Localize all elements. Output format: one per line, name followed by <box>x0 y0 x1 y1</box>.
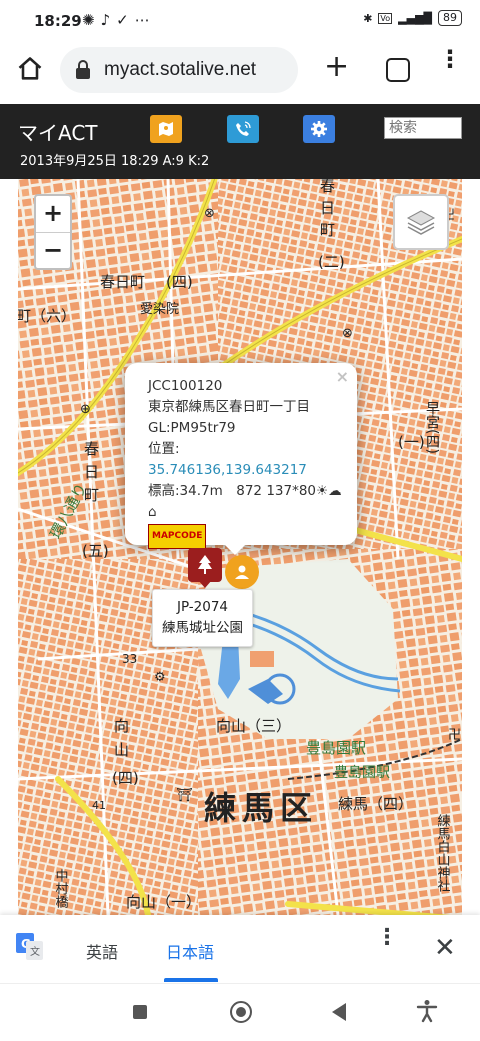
map-label-kasuga: 春日町 <box>100 273 145 291</box>
status-bar: 18:29 ✺♪✓⋯ ✱ Vo ▂▄▆█ 89 <box>0 0 480 42</box>
map-label-kasuga-right4: (二) <box>318 253 345 271</box>
map-label-nerima4: 練馬（四） <box>338 795 413 813</box>
url-text[interactable]: myact.sotalive.net <box>104 59 256 81</box>
search-input[interactable] <box>384 117 462 139</box>
popup-grid: GL:PM95tr79 <box>148 420 236 436</box>
layers-icon <box>406 210 436 235</box>
mapcode-icon: ⌂ <box>148 504 157 520</box>
popup-tip <box>224 544 246 555</box>
summit-marker[interactable] <box>188 548 222 582</box>
notification-icons: ✺♪✓⋯ <box>82 11 156 29</box>
svg-text:文: 文 <box>30 945 40 958</box>
map-label-mukouyama5: 向山（一） <box>126 893 201 911</box>
map-label-station1: 豊島園駅 <box>306 739 366 757</box>
map-button[interactable] <box>150 115 182 143</box>
mapcode-button[interactable]: MAPCODE <box>148 524 207 549</box>
map-view[interactable]: 春日町 (四) 町（六） 愛染院 春 日 町 (五) 春 日 町 (二) (一)… <box>18 179 462 915</box>
map-label-hayamiya: 早宮(四) <box>424 401 440 454</box>
translate-target-tab[interactable]: 日本語 <box>166 939 214 963</box>
map-label-station2: 豊島園駅 <box>334 765 390 781</box>
translate-bar: G 文 英語 日本語 ⋮ ✕ <box>0 915 480 983</box>
back-icon[interactable] <box>332 1003 346 1021</box>
google-translate-icon: G 文 <box>16 933 43 960</box>
bluetooth-icon: ✱ <box>363 11 373 25</box>
tooltip-name: 練馬城址公園 <box>162 620 243 636</box>
map-icon <box>159 122 173 136</box>
map-label-ward: 練馬区 <box>204 789 318 827</box>
map-label-mukouyama2: 山 <box>114 741 129 759</box>
close-icon[interactable]: ✕ <box>434 935 456 961</box>
check-icon: ✓ <box>116 11 135 29</box>
map-label-mukouyama1: 向 <box>114 717 129 735</box>
active-tab-indicator <box>164 978 218 982</box>
popup-position-label: 位置: <box>148 441 180 457</box>
summit-marker-tip <box>198 580 212 588</box>
map-label-kasuga2: 春 <box>84 440 99 458</box>
map-label-kasuga-right1: 春 <box>320 179 335 195</box>
temple-icon-2: 卍 <box>448 728 461 743</box>
pinwheel-icon: ✺ <box>82 11 101 29</box>
app-subtitle: 2013年9月25日 18:29 A:9 K:2 <box>20 154 210 169</box>
settings-button[interactable] <box>303 115 335 143</box>
accessibility-icon[interactable] <box>416 999 438 1023</box>
popup-coordinates-link[interactable]: 35.746136,139.643217 <box>148 460 342 481</box>
factory-icon: ⚙ <box>154 670 166 685</box>
system-nav-bar <box>0 983 480 1041</box>
recents-icon[interactable] <box>133 1005 147 1019</box>
home-icon[interactable] <box>16 55 44 83</box>
person-icon <box>235 565 249 579</box>
gear-icon <box>311 121 327 137</box>
status-time: 18:29 <box>34 12 82 30</box>
more-icon: ⋯ <box>134 11 156 29</box>
map-label-aizome: 愛染院 <box>140 302 179 317</box>
map-label-nakamura: 中村橋 <box>53 869 69 909</box>
map-label-shirayama: 練馬白山神社 <box>435 814 451 892</box>
phone-button[interactable] <box>227 115 259 143</box>
layers-button[interactable] <box>393 194 449 250</box>
weather-icon: ☀☁ <box>316 483 342 499</box>
tiktok-icon: ♪ <box>100 11 117 29</box>
school-icon: ⊗ <box>342 326 353 341</box>
battery-indicator: 89 <box>438 10 462 26</box>
volte-icon: Vo <box>378 12 393 24</box>
user-location-marker[interactable] <box>225 555 259 589</box>
post-office-icon: ⊕ <box>80 402 91 417</box>
tree-icon <box>198 555 212 574</box>
police-box-icon: ⊗ <box>204 206 215 221</box>
map-label-road-33: 33 <box>122 652 137 666</box>
phone-wave-icon <box>236 121 251 136</box>
translate-source-tab[interactable]: 英語 <box>86 939 118 963</box>
shrine-icon: ⛩ <box>176 787 193 803</box>
zoom-control: + − <box>34 194 72 270</box>
map-label-kasuga-right2: 日 <box>320 199 335 217</box>
map-label-mukouyama3: (四) <box>112 769 139 787</box>
map-label-road-41: 41 <box>92 799 106 812</box>
app-title: マイACT <box>18 121 98 145</box>
map-label-kasuga5: (五) <box>82 542 109 560</box>
zoom-in-button[interactable]: + <box>36 196 70 233</box>
signal-4g-icon: ▂▄▆█ <box>398 11 432 25</box>
popup-id: JCC100120 <box>148 378 223 394</box>
translate-menu-icon[interactable]: ⋮ <box>376 927 398 949</box>
map-label-kasuga-num: (四) <box>166 273 193 291</box>
map-label-one: (一) <box>398 433 425 451</box>
browser-menu-icon[interactable]: ⋮ <box>438 47 462 71</box>
map-label-mukouyama4: 向山（三） <box>216 717 291 735</box>
tabs-icon[interactable] <box>386 58 410 82</box>
new-tab-button[interactable]: + <box>324 52 349 82</box>
home-button-icon[interactable] <box>230 1001 252 1023</box>
summit-popup: × JCC100120 東京都練馬区春日町一丁目 GL:PM95tr79 位置:… <box>125 363 357 549</box>
tooltip-ref: JP-2074 <box>176 599 229 615</box>
lock-icon[interactable] <box>74 60 92 80</box>
address-bar[interactable]: myact.sotalive.net <box>60 47 298 93</box>
popup-elevation: 標高:34.7m 872 137*80 <box>148 483 317 499</box>
map-label-kasuga-right3: 町 <box>320 221 335 239</box>
park-tooltip: JP-2074 練馬城址公園 <box>152 589 253 647</box>
map-label-machi6: 町（六） <box>18 307 76 325</box>
browser-toolbar: myact.sotalive.net + ⋮ <box>0 42 480 104</box>
popup-address: 東京都練馬区春日町一丁目 <box>148 399 310 415</box>
map-label-kasuga3: 日 <box>84 463 99 481</box>
zoom-out-button[interactable]: − <box>36 233 70 269</box>
